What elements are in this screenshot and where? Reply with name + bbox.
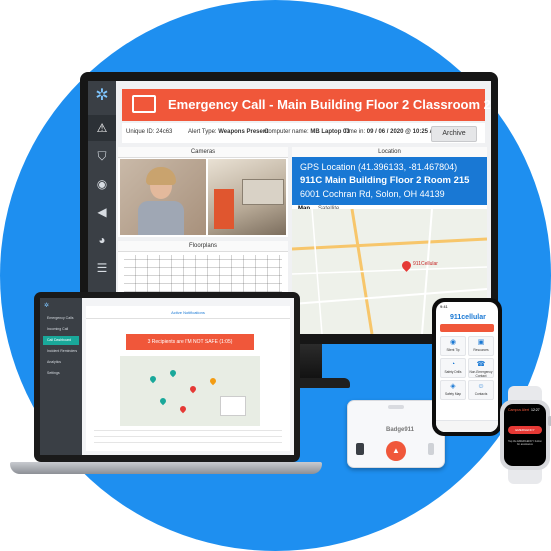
laptop-base [10,462,322,474]
laptop-alert: 3 Recipients are I'M NOT SAFE (1:05) [126,334,254,350]
eye-icon[interactable]: ◉ [88,171,116,197]
map-pin-icon[interactable] [158,396,168,406]
time-in: Time in: 09 / 06 / 2020 @ 10:25 AM [344,129,439,135]
monitor-icon [132,95,156,113]
incident-info-bar: Unique ID: 24c63 Alert Type: Weapons Pre… [122,123,485,143]
pie-chart-icon[interactable]: ◕ [88,227,116,253]
watch-time: 12:27 [531,408,540,412]
computer-name: Computer name: MB Laptop 03 [264,129,350,135]
map-pin-label: 911Cellular [413,261,438,267]
megaphone-icon[interactable]: ◀ [88,199,116,225]
watch-screen: Campus Alert 12:27 EMERGENCY Tap the EME… [504,404,546,466]
gps-room: 911C Main Building Floor 2 Room 215 [300,175,470,186]
person-hair [146,167,176,185]
phone-tile[interactable]: ☎ Non-Emergency Contact [468,358,494,378]
alert-triangle-icon[interactable]: ⚠ [88,115,116,141]
laptop-map[interactable] [120,356,260,426]
map-pin-icon[interactable] [168,368,178,378]
phone-tile[interactable]: ◈ Safety Map [440,380,466,400]
device-brand: Badge911 [386,427,415,433]
device-slot [388,405,404,409]
hallway-object [214,189,234,229]
cameras-panel: Cameras [118,147,288,237]
camera-feed-2[interactable] [208,159,286,235]
laptop-nav-item[interactable]: Emergency Calls [43,314,79,323]
phone-tile[interactable]: ◔ Safety Drills [440,358,466,378]
phone-tile[interactable]: ▣ Resources [468,336,494,356]
laptop-sidebar: ✲ Emergency Calls Incoming Call Call Das… [40,298,82,455]
sliders-icon[interactable]: ☰ [88,255,116,281]
map-pin-icon[interactable] [188,384,198,394]
gps-address: 6001 Cochran Rd, Solon, OH 44139 [300,189,445,199]
laptop-nav-item[interactable]: Incoming Call [43,325,79,334]
laptop-nav-item[interactable]: Incident Reminders [43,347,79,356]
laptop-content: Active Notifications 3 Recipients are I'… [86,306,290,451]
watch-emergency-button[interactable]: EMERGENCY [508,426,542,434]
alert-type: Alert Type: Weapons Present [188,129,269,135]
smartwatch: Campus Alert 12:27 EMERGENCY Tap the EME… [498,386,551,484]
map-popup [220,396,246,416]
phone-tile[interactable]: ☺ Contacts [468,380,494,400]
device-side-button[interactable] [356,443,364,455]
watch-brand: Campus Alert [508,408,530,412]
phone-emergency-bar[interactable] [440,324,494,332]
cameras-header: Cameras [118,147,288,158]
phone-screen: 9:41 911cellular ◉ Silent Tip ▣ Resources … [436,302,498,432]
watch-band-bottom [508,468,542,484]
person-body [138,201,184,235]
laptop-nav-item[interactable]: Settings [43,369,79,378]
banner-title: Emergency Call - Main Building Floor 2 C… [168,97,491,112]
camera-feed-1[interactable] [120,159,206,235]
phone-tabbar [436,420,498,432]
phone-tile[interactable]: ◉ Silent Tip [440,336,466,356]
archive-button[interactable]: Archive [431,126,477,142]
laptop-nav-item[interactable]: Call Dashboard [43,336,79,345]
map-pin-icon[interactable] [178,404,188,414]
watch-caption: Tap the EMERGENCY button for assistance [508,440,542,446]
device-side-button[interactable] [428,443,434,455]
emergency-banner: Emergency Call - Main Building Floor 2 C… [122,89,491,121]
recipients-table [94,430,282,448]
laptop-section-title: Active Notifications [171,310,205,315]
unique-id: Unique ID: 24c63 [126,129,173,135]
app-logo-icon: ✲ [95,87,109,104]
shield-gear-icon[interactable]: ⛉ [88,143,116,169]
floorplans-header: Floorplans [118,241,288,252]
laptop-nav-item[interactable]: Analytics [43,358,79,367]
map-pin-icon[interactable] [148,374,158,384]
hallway-window [242,179,284,205]
divider [86,318,290,319]
laptop-screen: ✲ Emergency Calls Incoming Call Call Das… [40,298,294,455]
map-pin-icon[interactable] [208,376,218,386]
phone-time: 9:41 [440,304,448,309]
phone-brand: 911cellular [450,314,486,321]
gps-info: GPS Location (41.396133, -81.467804) 911… [292,157,487,205]
badge-device: Badge911 ▲ [347,400,445,468]
gps-coordinates: GPS Location (41.396133, -81.467804) [300,162,458,172]
panic-button[interactable]: ▲ [386,441,406,461]
laptop-logo-icon: ✲ [44,303,50,309]
